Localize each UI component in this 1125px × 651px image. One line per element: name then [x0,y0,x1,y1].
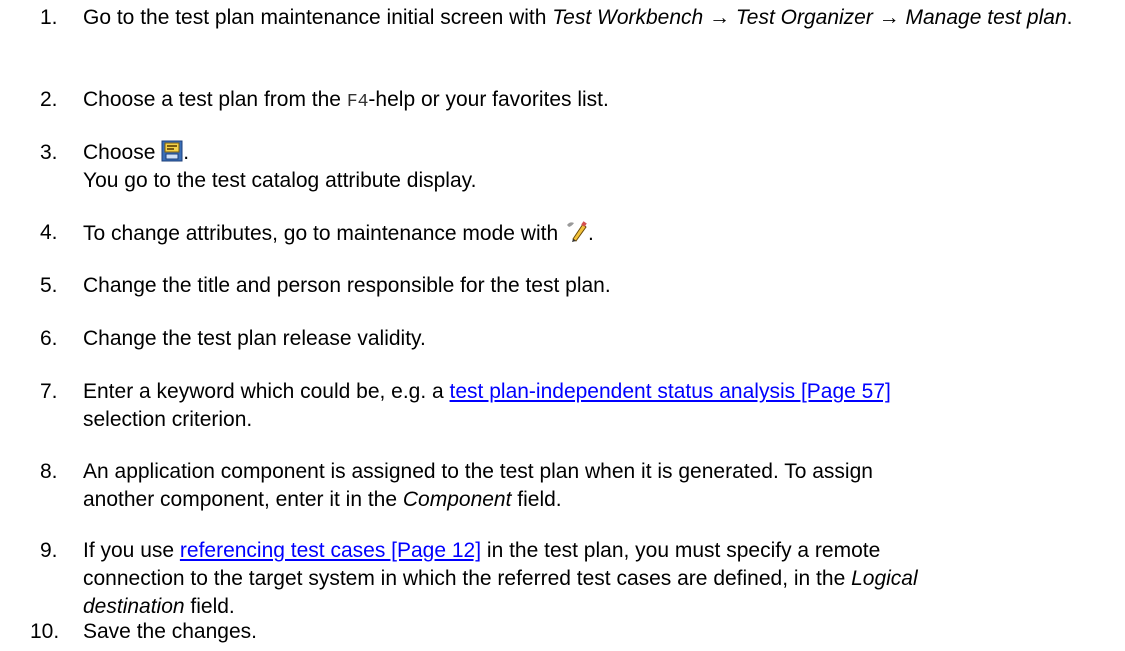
step-text-part: . [1066,6,1073,29]
procedure-steps: 1. Go to the test plan maintenance initi… [0,0,1125,651]
step-text: Change the test plan release validity. [83,327,426,350]
step-text-part: Choose [83,141,156,164]
step-text: Save the changes. [83,620,257,643]
step-text-part: field. [511,488,562,511]
step-text-part: connection to the target system in which… [83,567,852,590]
step-number: 10. [30,620,60,643]
step-text: Change the title and person responsible … [83,274,611,297]
step-number: 8. [40,460,58,483]
status-analysis-link[interactable]: test plan-independent status analysis [P… [450,380,891,403]
component-field-name: Component [402,488,512,511]
step-text: Choose a test plan from the F4-help or y… [83,86,1113,116]
step-number: 9. [40,539,58,562]
step-number: 3. [40,141,58,164]
step-text: Go to the test plan maintenance initial … [83,4,1113,32]
step-number: 5. [40,274,58,297]
step-text-part: selection criterion. [83,408,253,431]
step-text: Enter a keyword which could be, e.g. a t… [83,378,1113,434]
step-text-part: -help or your favorites list. [368,88,609,111]
step-text-part: To change attributes, go to maintenance … [83,222,559,245]
step-text-part: An application component is assigned to … [83,460,873,483]
step-result-text: You go to the test catalog attribute dis… [83,169,477,192]
step-number: 4. [40,221,58,244]
step-text-part: . [587,222,594,245]
step-text: Choose . You go to the test catalog attr… [83,139,1113,195]
step-text-part: field. [184,595,235,618]
step-number: 7. [40,380,58,403]
f4-key: F4 [346,92,369,112]
step-text-part: . [183,141,190,164]
step-text-part: Go to the test plan maintenance initial … [83,6,553,29]
step-number: 6. [40,327,58,350]
step-number: 2. [40,88,58,111]
step-text-part: in the test plan, you must specify a rem… [481,539,881,562]
step-number: 1. [40,6,58,29]
step-text: To change attributes, go to maintenance … [83,219,1113,248]
step-text: If you use referencing test cases [Page … [83,537,1113,621]
step-text-part: Enter a keyword which could be, e.g. a [83,380,450,403]
referencing-test-cases-link[interactable]: referencing test cases [Page 12] [180,539,481,562]
display-change-pencil-icon[interactable] [564,219,588,243]
step-text-part: If you use [83,539,180,562]
step-text-part: Choose a test plan from the [83,88,347,111]
test-catalog-attributes-icon[interactable] [161,140,183,162]
step-text-part: another component, enter it in the [83,488,403,511]
logical-destination-field-name: Logical [851,567,918,590]
menu-path: Test Workbench → Test Organizer → Manage… [552,6,1067,29]
logical-destination-field-name: destination [83,595,185,618]
step-text: An application component is assigned to … [83,458,1113,514]
